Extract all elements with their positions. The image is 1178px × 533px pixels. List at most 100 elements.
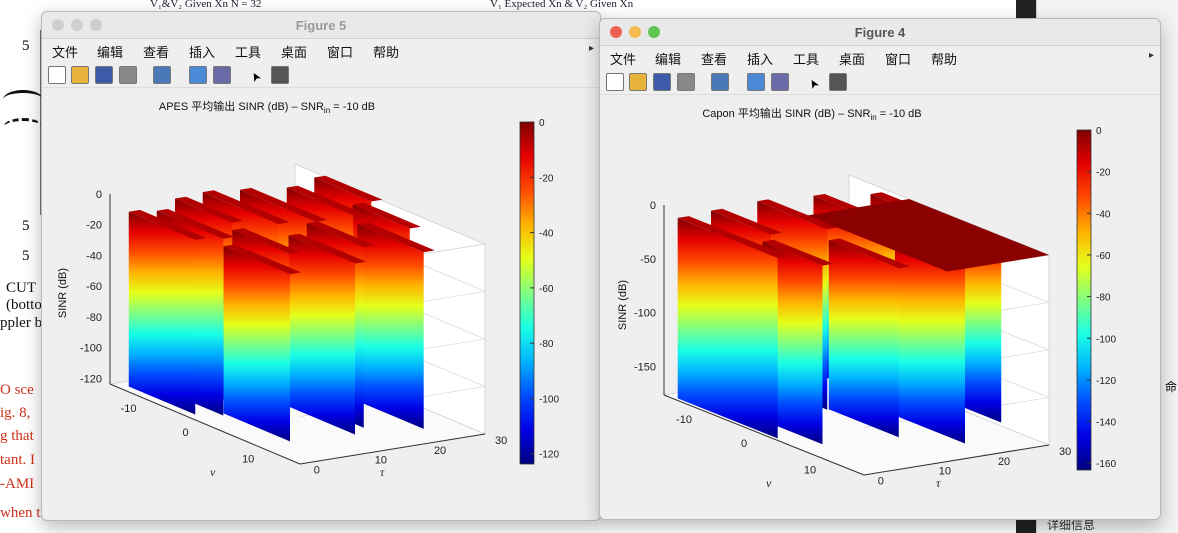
surface-slab [357, 224, 424, 429]
plot-title: APES 平均输出 SINR (dB) – SNRin = -10 dB [159, 99, 375, 115]
legend-icon[interactable] [771, 73, 789, 91]
y-axis-label: τ [936, 476, 941, 490]
window-title: Figure 5 [295, 18, 347, 33]
surface-slab [288, 235, 355, 435]
print-icon[interactable] [677, 73, 695, 91]
menu-overflow-icon[interactable]: ▸ [589, 43, 594, 54]
open-folder-icon[interactable] [71, 66, 89, 84]
x-axis-label: ν [766, 476, 772, 490]
menu-item[interactable]: 桌面 [281, 42, 307, 61]
background-text: (botto [6, 297, 42, 313]
save-icon[interactable] [95, 66, 113, 84]
menu-item[interactable]: 工具 [235, 42, 261, 61]
print-preview-icon[interactable] [711, 73, 729, 91]
menu-overflow-icon[interactable]: ▸ [1149, 50, 1154, 61]
z-axis-label: SINR (dB) [57, 268, 69, 318]
new-file-icon[interactable] [606, 73, 624, 91]
background-text: ppler b [0, 315, 43, 331]
menu-item[interactable]: 工具 [793, 49, 819, 68]
colorbar-tick-label: -60 [1096, 251, 1111, 262]
colorbar-icon[interactable] [189, 66, 207, 84]
z-tick-label: -50 [640, 254, 656, 266]
colorbar-icon[interactable] [747, 73, 765, 91]
z-tick-label: -20 [86, 220, 102, 232]
z-axis-label: SINR (dB) [617, 280, 629, 330]
menu-item[interactable]: 帮助 [373, 42, 399, 61]
y-tick-label: 30 [495, 435, 507, 447]
menu-item[interactable]: 编辑 [655, 49, 681, 68]
background-legend-right: V₁ Expected Xn & V₂ Given Xn [490, 0, 634, 10]
property-editor-icon[interactable] [271, 66, 289, 84]
colorbar-tick-label: -60 [539, 284, 554, 295]
menu-item[interactable]: 编辑 [97, 42, 123, 61]
x-tick-label: -10 [121, 403, 137, 415]
x-tick-label: 0 [182, 427, 188, 439]
surface [677, 192, 1049, 445]
background-text: CUT [6, 280, 36, 296]
colorbar-tick-label: -20 [1096, 168, 1111, 179]
save-icon[interactable] [653, 73, 671, 91]
colorbar-tick-label: -120 [1096, 376, 1116, 387]
menu-item[interactable]: 插入 [747, 49, 773, 68]
y-tick-label: 0 [314, 464, 320, 476]
background-plot-line [3, 90, 43, 109]
z-tick-label: -100 [80, 343, 102, 355]
open-folder-icon[interactable] [629, 73, 647, 91]
surface [128, 175, 435, 442]
new-file-icon[interactable] [48, 66, 66, 84]
print-preview-icon[interactable] [153, 66, 171, 84]
menu-item[interactable]: 插入 [189, 42, 215, 61]
pointer-icon[interactable]: ➤ [802, 70, 824, 92]
colorbar[interactable] [519, 121, 535, 465]
colorbar-tick-label: -20 [539, 173, 554, 184]
background-plot-line [3, 118, 43, 137]
colorbar-tick-label: -40 [539, 229, 554, 240]
menu-item[interactable]: 帮助 [931, 49, 957, 68]
menu-item[interactable]: 文件 [52, 42, 78, 61]
figure4-window[interactable]: Figure 4 文件 编辑 查看 插入 工具 桌面 窗口 帮助 ▸ ➤ Capon 平均输出 … [599, 18, 1161, 520]
capon-surface-plot[interactable]: Capon 平均输出 SINR (dB) – SNRin = -10 dB 0 -5… [600, 95, 1160, 519]
pointer-icon[interactable]: ➤ [244, 63, 266, 85]
figure4-menubar: 文件 编辑 查看 插入 工具 桌面 窗口 帮助 ▸ [600, 46, 1160, 68]
colorbar-tick-label: -40 [1096, 209, 1111, 220]
colorbar-tick-label: 0 [539, 118, 545, 129]
menu-item[interactable]: 窗口 [885, 49, 911, 68]
z-tick-label: 0 [96, 189, 102, 201]
print-icon[interactable] [119, 66, 137, 84]
colorbar-tick-label: -120 [539, 450, 559, 461]
figure5-toolbar: ➤ [42, 61, 600, 88]
background-legend-left: V₁&V₂ Given Xn N = 32 [150, 0, 262, 10]
background-text: 5 [22, 248, 30, 264]
menu-item[interactable]: 查看 [143, 42, 169, 61]
side-tab: 命 [1165, 380, 1178, 394]
surface-slab [223, 246, 290, 442]
colorbar[interactable] [1076, 129, 1092, 471]
y-tick-label: 30 [1059, 446, 1071, 458]
y-tick-label: 10 [939, 466, 951, 478]
figure4-titlebar[interactable]: Figure 4 [600, 19, 1160, 46]
background-text: -AMI [0, 476, 35, 492]
background-text: g that [0, 428, 34, 444]
colorbar-tick-label: -160 [1096, 459, 1116, 470]
x-tick-label: 0 [741, 438, 747, 450]
y-tick-label: 0 [878, 475, 884, 487]
y-tick-label: 20 [434, 445, 446, 457]
colorbar-tick-label: -80 [1096, 293, 1111, 304]
property-editor-icon[interactable] [829, 73, 847, 91]
figure5-window[interactable]: Figure 5 文件 编辑 查看 插入 工具 桌面 窗口 帮助 ▸ ➤ APES 平均输出 S… [41, 11, 601, 521]
menu-item[interactable]: 桌面 [839, 49, 865, 68]
menu-item[interactable]: 查看 [701, 49, 727, 68]
colorbar-tick-label: -100 [1096, 334, 1116, 345]
menu-item[interactable]: 文件 [610, 49, 636, 68]
x-axis-label: ν [210, 465, 216, 479]
plot-title: Capon 平均输出 SINR (dB) – SNRin = -10 dB [702, 106, 921, 122]
z-tick-label: -100 [634, 308, 656, 320]
z-tick-label: -60 [86, 281, 102, 293]
menu-item[interactable]: 窗口 [327, 42, 353, 61]
figure5-titlebar[interactable]: Figure 5 [42, 12, 600, 39]
colorbar-tick-label: -100 [539, 394, 559, 405]
legend-icon[interactable] [213, 66, 231, 84]
apes-surface-plot[interactable]: APES 平均输出 SINR (dB) – SNRin = -10 dB 0 -20… [42, 88, 600, 520]
window-title: Figure 4 [854, 25, 906, 40]
y-tick-label: 20 [998, 456, 1010, 468]
